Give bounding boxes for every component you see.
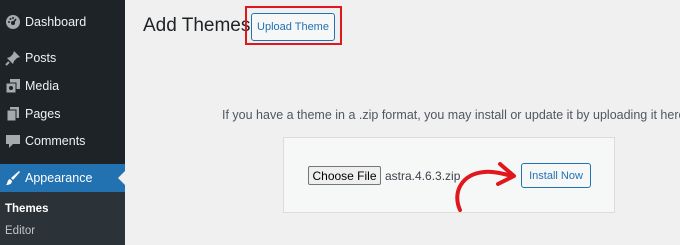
media-icon xyxy=(1,78,25,94)
sidebar-item-label: Pages xyxy=(25,107,61,121)
sidebar-item-comments[interactable]: Comments xyxy=(0,127,125,155)
pages-icon xyxy=(1,106,25,122)
upload-theme-button[interactable]: Upload Theme xyxy=(251,13,335,41)
sidebar-item-media[interactable]: Media xyxy=(0,72,125,100)
comment-icon xyxy=(1,133,25,149)
install-now-button[interactable]: Install Now xyxy=(521,163,591,188)
submenu-item-editor[interactable]: Editor xyxy=(5,225,35,237)
appearance-submenu: Themes Editor xyxy=(0,192,125,245)
sidebar-item-appearance[interactable]: Appearance xyxy=(0,164,125,192)
submenu-item-themes[interactable]: Themes xyxy=(5,203,48,215)
sidebar-item-label: Appearance xyxy=(25,171,93,185)
choose-file-button[interactable]: Choose File xyxy=(308,166,381,185)
brush-icon xyxy=(1,170,25,186)
sidebar-item-label: Media xyxy=(25,79,60,93)
sidebar-item-label: Posts xyxy=(25,51,57,65)
pin-icon xyxy=(1,50,25,66)
admin-sidebar: Dashboard Posts Media Pages Comments App… xyxy=(0,0,125,245)
active-menu-arrow xyxy=(118,171,125,185)
sidebar-item-label: Dashboard xyxy=(25,15,87,29)
dashboard-icon xyxy=(1,14,25,30)
sidebar-item-pages[interactable]: Pages xyxy=(0,100,125,128)
annotation-arrow-icon xyxy=(455,162,516,212)
sidebar-item-posts[interactable]: Posts xyxy=(0,44,125,72)
page-title: Add Themes xyxy=(143,15,251,36)
sidebar-item-dashboard[interactable]: Dashboard xyxy=(0,8,125,36)
upload-instructions: If you have a theme in a .zip format, yo… xyxy=(222,108,680,122)
sidebar-item-label: Comments xyxy=(25,134,86,148)
